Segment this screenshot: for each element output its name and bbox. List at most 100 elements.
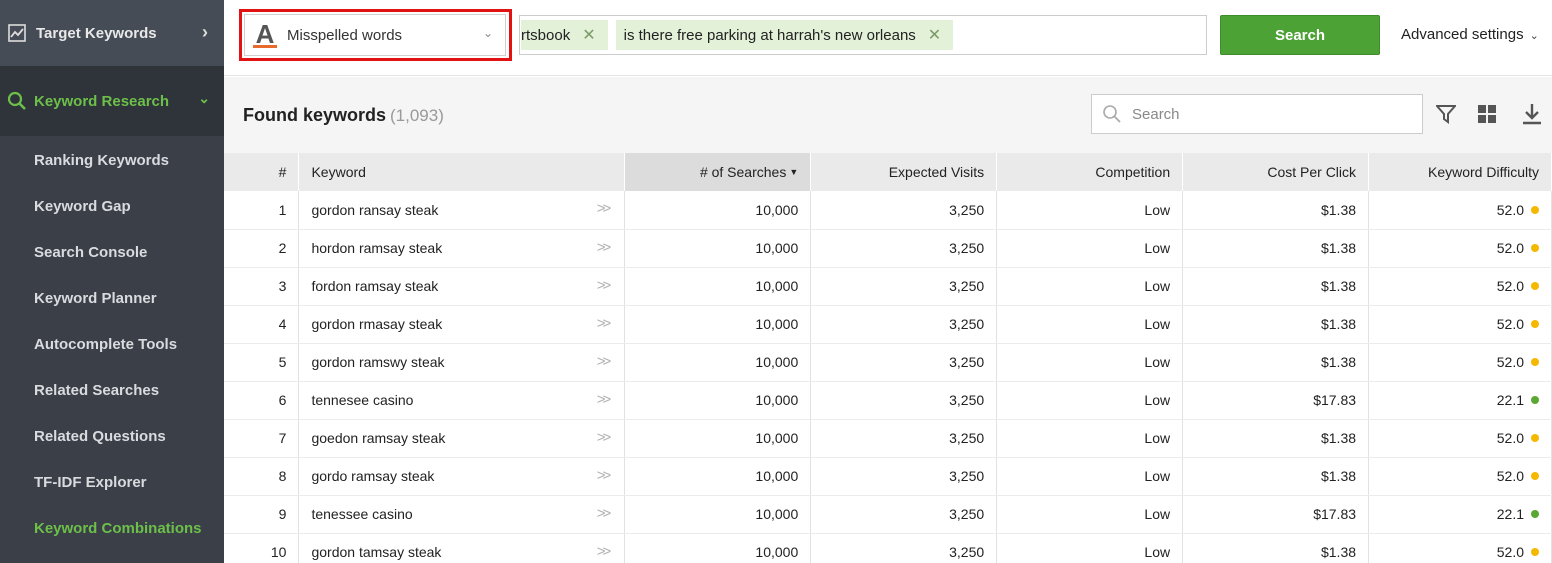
cell-index: 7 bbox=[224, 419, 300, 458]
cell-keyword: hordon ramsay steak >> bbox=[298, 229, 626, 268]
keyword-text[interactable]: gordon ramswy steak bbox=[311, 354, 444, 370]
keyword-search-box[interactable] bbox=[1091, 94, 1423, 134]
close-icon[interactable]: ✕ bbox=[928, 25, 941, 45]
cell-expected-visits: 3,250 bbox=[810, 381, 998, 420]
cell-cpc: $1.38 bbox=[1182, 305, 1370, 344]
sidebar-item-search-console[interactable]: Search Console bbox=[0, 229, 224, 275]
sidebar-item-label: Target Keywords bbox=[36, 24, 157, 42]
chevron-down-icon: ⌄ bbox=[198, 90, 210, 106]
difficulty-value: 52.0 bbox=[1496, 468, 1524, 484]
table-row[interactable]: 4 gordon rmasay steak >> 10,000 3,250 Low $1.3… bbox=[224, 305, 1552, 344]
double-chevron-right-icon[interactable]: >> bbox=[597, 543, 611, 560]
grid-view-icon[interactable] bbox=[1476, 103, 1498, 125]
cell-difficulty: 52.0 bbox=[1368, 457, 1552, 496]
cell-competition: Low bbox=[996, 381, 1184, 420]
double-chevron-right-icon[interactable]: >> bbox=[597, 200, 611, 217]
sidebar-item-keyword-planner[interactable]: Keyword Planner bbox=[0, 275, 224, 321]
found-keywords-count: (1,093) bbox=[390, 106, 444, 125]
cell-searches: 10,000 bbox=[624, 267, 812, 306]
table-row[interactable]: 10 gordon tamsay steak >> 10,000 3,250 Low $1.… bbox=[224, 533, 1552, 563]
filter-icon[interactable] bbox=[1435, 103, 1457, 125]
table-row[interactable]: 8 gordo ramsay steak >> 10,000 3,250 Low $1.38… bbox=[224, 457, 1552, 496]
cell-competition: Low bbox=[996, 229, 1184, 268]
keyword-text[interactable]: goedon ramsay steak bbox=[311, 430, 445, 446]
sidebar-item-related-searches[interactable]: Related Searches bbox=[0, 367, 224, 413]
cell-cpc: $1.38 bbox=[1182, 343, 1370, 382]
cell-cpc: $17.83 bbox=[1182, 495, 1370, 534]
cell-searches: 10,000 bbox=[624, 533, 812, 563]
double-chevron-right-icon[interactable]: >> bbox=[597, 239, 611, 256]
table-row[interactable]: 6 tennesee casino >> 10,000 3,250 Low $17.83 22… bbox=[224, 381, 1552, 420]
keyword-text[interactable]: gordon tamsay steak bbox=[311, 544, 441, 560]
search-input[interactable] bbox=[1132, 105, 1412, 123]
difficulty-dot-icon bbox=[1531, 548, 1539, 556]
cell-expected-visits: 3,250 bbox=[810, 533, 998, 563]
keyword-text[interactable]: gordo ramsay steak bbox=[311, 468, 434, 484]
keyword-tags-input[interactable]: rtsbook ✕ is there free parking at harra… bbox=[519, 15, 1207, 55]
sidebar-item-keyword-gap[interactable]: Keyword Gap bbox=[0, 183, 224, 229]
sidebar-section-keyword-research[interactable]: Keyword Research ⌄ bbox=[0, 66, 224, 136]
keyword-tag-label: is there free parking at harrah's new or… bbox=[623, 26, 916, 44]
download-icon[interactable] bbox=[1521, 103, 1543, 125]
cell-expected-visits: 3,250 bbox=[810, 343, 998, 382]
close-icon[interactable]: ✕ bbox=[582, 25, 595, 45]
difficulty-dot-icon bbox=[1531, 358, 1539, 366]
keyword-text[interactable]: tennesee casino bbox=[311, 392, 413, 408]
double-chevron-right-icon[interactable]: >> bbox=[597, 353, 611, 370]
sidebar-item-ranking-keywords[interactable]: Ranking Keywords bbox=[0, 137, 224, 183]
advanced-settings-toggle[interactable]: Advanced settings ⌄ bbox=[1401, 26, 1539, 43]
cell-difficulty: 52.0 bbox=[1368, 191, 1552, 230]
keywords-table: # Keyword # of Searches ▼ Expected Visits… bbox=[224, 153, 1552, 563]
double-chevron-right-icon[interactable]: >> bbox=[597, 505, 611, 522]
column-header-searches[interactable]: # of Searches ▼ bbox=[624, 153, 812, 191]
double-chevron-right-icon[interactable]: >> bbox=[597, 467, 611, 484]
cell-competition: Low bbox=[996, 457, 1184, 496]
double-chevron-right-icon[interactable]: >> bbox=[597, 429, 611, 446]
chart-line-icon bbox=[6, 22, 28, 44]
sidebar-item-autocomplete-tools[interactable]: Autocomplete Tools bbox=[0, 321, 224, 367]
difficulty-value: 52.0 bbox=[1496, 354, 1524, 370]
cell-competition: Low bbox=[996, 533, 1184, 563]
double-chevron-right-icon[interactable]: >> bbox=[597, 315, 611, 332]
cell-expected-visits: 3,250 bbox=[810, 305, 998, 344]
keyword-text[interactable]: tenessee casino bbox=[311, 506, 412, 522]
sidebar-item-target-keywords[interactable]: Target Keywords › bbox=[0, 0, 224, 66]
search-button[interactable]: Search bbox=[1220, 15, 1380, 55]
difficulty-dot-icon bbox=[1531, 282, 1539, 290]
cell-keyword: goedon ramsay steak >> bbox=[298, 419, 626, 458]
column-header-index[interactable]: # bbox=[224, 153, 300, 191]
table-row[interactable]: 2 hordon ramsay steak >> 10,000 3,250 Low $1.3… bbox=[224, 229, 1552, 268]
table-row[interactable]: 3 fordon ramsay steak >> 10,000 3,250 Low $1.3… bbox=[224, 267, 1552, 306]
cell-expected-visits: 3,250 bbox=[810, 191, 998, 230]
table-row[interactable]: 1 gordon ransay steak >> 10,000 3,250 Low $1.3… bbox=[224, 191, 1552, 230]
keyword-text[interactable]: hordon ramsay steak bbox=[311, 240, 442, 256]
cell-index: 10 bbox=[224, 533, 300, 563]
table-row[interactable]: 5 gordon ramswy steak >> 10,000 3,250 Low $1.3… bbox=[224, 343, 1552, 382]
difficulty-value: 22.1 bbox=[1496, 392, 1524, 408]
cell-competition: Low bbox=[996, 343, 1184, 382]
column-header-keyword[interactable]: Keyword bbox=[298, 153, 626, 191]
cell-searches: 10,000 bbox=[624, 419, 812, 458]
table-row[interactable]: 7 goedon ramsay steak >> 10,000 3,250 Low $1.3… bbox=[224, 419, 1552, 458]
double-chevron-right-icon[interactable]: >> bbox=[597, 277, 611, 294]
difficulty-dot-icon bbox=[1531, 434, 1539, 442]
cell-keyword: gordon tamsay steak >> bbox=[298, 533, 626, 563]
table-row[interactable]: 9 tenessee casino >> 10,000 3,250 Low $17.83 22… bbox=[224, 495, 1552, 534]
sidebar-item-tf-idf-explorer[interactable]: TF-IDF Explorer bbox=[0, 459, 224, 505]
difficulty-value: 52.0 bbox=[1496, 544, 1524, 560]
sidebar-item-keyword-combinations[interactable]: Keyword Combinations bbox=[0, 505, 224, 551]
keyword-text[interactable]: gordon rmasay steak bbox=[311, 316, 442, 332]
column-header-cpc[interactable]: Cost Per Click bbox=[1182, 153, 1370, 191]
difficulty-dot-icon bbox=[1531, 396, 1539, 404]
cell-keyword: tennesee casino >> bbox=[298, 381, 626, 420]
column-header-difficulty[interactable]: Keyword Difficulty bbox=[1368, 153, 1552, 191]
sidebar-item-related-questions[interactable]: Related Questions bbox=[0, 413, 224, 459]
keyword-text[interactable]: fordon ramsay steak bbox=[311, 278, 438, 294]
column-header-expected-visits[interactable]: Expected Visits bbox=[810, 153, 998, 191]
cell-cpc: $1.38 bbox=[1182, 229, 1370, 268]
column-header-competition[interactable]: Competition bbox=[996, 153, 1184, 191]
double-chevron-right-icon[interactable]: >> bbox=[597, 391, 611, 408]
cell-difficulty: 52.0 bbox=[1368, 267, 1552, 306]
difficulty-value: 22.1 bbox=[1496, 506, 1524, 522]
keyword-text[interactable]: gordon ransay steak bbox=[311, 202, 438, 218]
